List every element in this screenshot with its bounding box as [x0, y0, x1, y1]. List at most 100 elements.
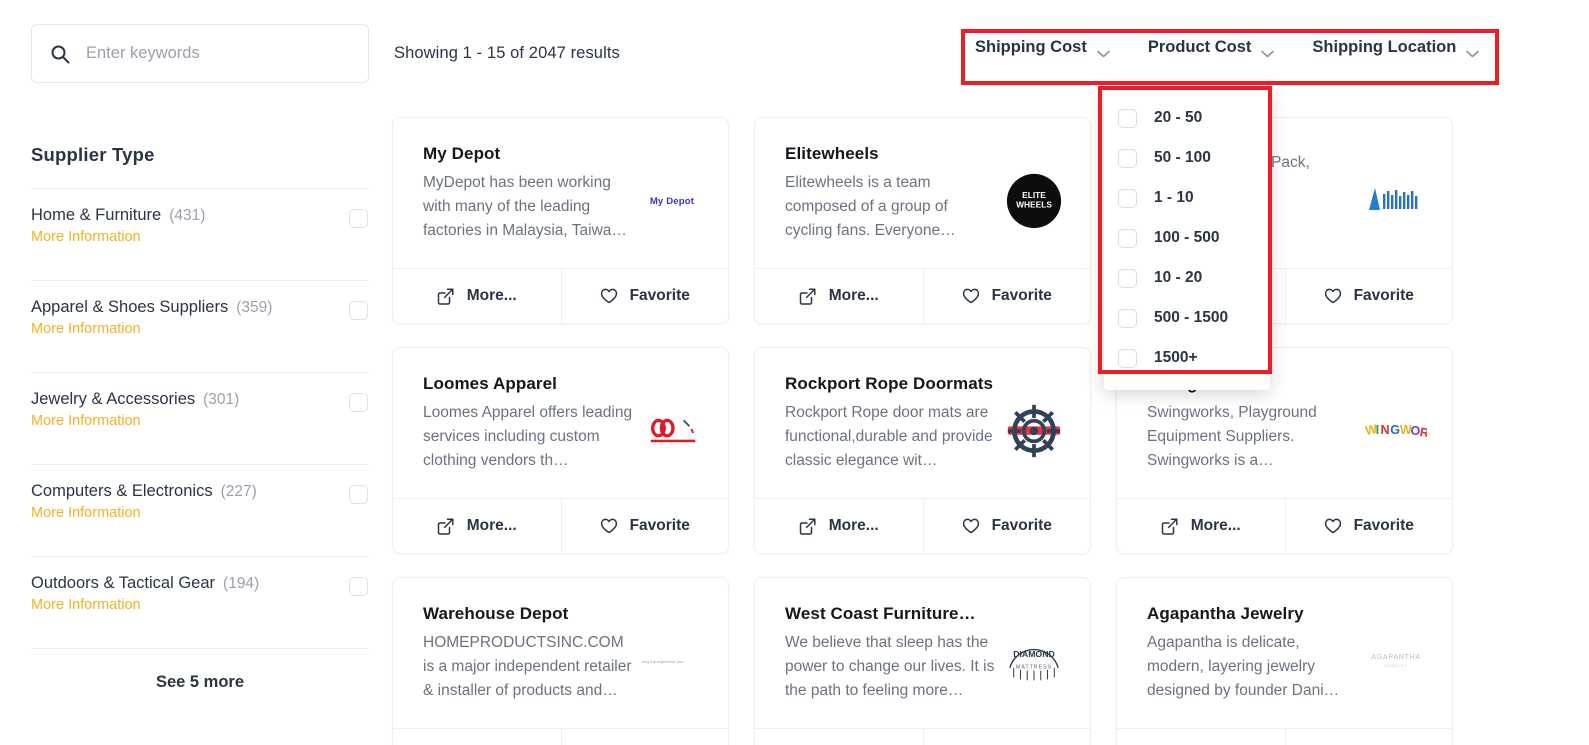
supplier-logo — [641, 400, 703, 462]
checkbox[interactable] — [1118, 108, 1137, 128]
chevron-down-icon — [1097, 44, 1110, 57]
sidebar-item-row: Jewelry & Accessories (301) — [31, 390, 369, 409]
dropdown-option[interactable]: 10 - 20 — [1104, 258, 1270, 298]
supplier-card-footer: More... Favorite — [755, 498, 1090, 553]
more-information-link[interactable]: More Information — [31, 597, 369, 613]
supplier-card-title: My Depot — [423, 144, 501, 163]
checkbox[interactable] — [1118, 348, 1137, 368]
supplier-card-description: Swingworks, Playground Equipment Supplie… — [1147, 404, 1317, 470]
supplier-card[interactable]: Warehouse Depot HOMEPRODUCTSINC.COM is a … — [392, 577, 729, 745]
favorite-button[interactable]: Favorite — [560, 269, 729, 323]
filter-shipping-cost[interactable]: Shipping Cost — [975, 38, 1110, 57]
more-button[interactable]: More... — [755, 499, 923, 553]
favorite-button-label: Favorite — [991, 287, 1052, 304]
more-button[interactable]: More... — [393, 269, 561, 323]
more-button[interactable]: More... — [393, 499, 561, 553]
more-button[interactable]: More... — [1117, 499, 1285, 553]
sidebar-item[interactable]: Home & Furniture (431) More Information — [31, 189, 369, 258]
favorite-button[interactable]: Favorite — [922, 729, 1091, 745]
supplier-card[interactable]: Loomes Apparel Loomes Apparel offers lead… — [392, 347, 729, 554]
more-button-label: More... — [828, 517, 879, 534]
supplier-card-text: My Depot MyDepot has been working with ma… — [423, 144, 641, 268]
supplier-card-footer: More... Favorite — [393, 498, 728, 553]
heart-icon — [962, 288, 979, 305]
dropdown-option-label: 500 - 1500 — [1154, 309, 1229, 326]
supplier-logo: AGAPANTHA JEWELRY — [1365, 630, 1427, 692]
favorite-button[interactable]: Favorite — [922, 269, 1091, 323]
more-button[interactable]: More... — [755, 729, 923, 745]
supplier-card-description: Loomes Apparel offers leading services i… — [423, 404, 633, 470]
sidebar-title: Supplier Type — [31, 144, 155, 165]
more-information-link[interactable]: More Information — [31, 505, 369, 521]
favorite-button[interactable]: Favorite — [1284, 729, 1453, 745]
dropdown-option[interactable]: 20 - 50 — [1104, 98, 1270, 138]
see-more-button[interactable]: See 5 more — [31, 649, 369, 712]
dropdown-option[interactable]: 1 - 10 — [1104, 178, 1270, 218]
supplier-card[interactable]: Rockport Rope Doormats Rockport Rope door… — [754, 347, 1091, 554]
filter-shipping-location[interactable]: Shipping Location — [1312, 38, 1480, 57]
more-button-label: More... — [466, 517, 517, 534]
sidebar-item[interactable]: Jewelry & Accessories (301) More Informati… — [31, 373, 369, 442]
more-information-link[interactable]: More Information — [31, 413, 369, 429]
checkbox[interactable] — [1118, 308, 1137, 328]
supplier-card[interactable]: My Depot MyDepot has been working with ma… — [392, 117, 729, 324]
svg-text:DIAMOND: DIAMOND — [1013, 649, 1055, 659]
checkbox[interactable] — [1118, 148, 1137, 168]
more-button-label: More... — [466, 287, 517, 304]
sidebar-item-checkbox[interactable] — [349, 301, 368, 320]
dropdown-option-label: 20 - 50 — [1154, 109, 1203, 126]
search-box[interactable] — [31, 24, 369, 83]
more-information-link[interactable]: More Information — [31, 229, 369, 245]
supplier-card-footer: More... Favorite — [1117, 498, 1452, 553]
dropdown-option[interactable]: 500 - 1500 — [1104, 298, 1270, 338]
dropdown-option[interactable]: 1500+ — [1104, 338, 1270, 378]
shipping-cost-dropdown[interactable]: 20 - 50 50 - 100 1 - 10 100 - 500 10 - 20 500… — [1104, 88, 1270, 390]
sidebar-item-row: Outdoors & Tactical Gear (194) — [31, 574, 369, 593]
svg-text:WHEELS: WHEELS — [1016, 200, 1052, 210]
more-button[interactable]: More... — [393, 729, 561, 745]
supplier-search-page: Showing 1 - 15 of 2047 results Shipping … — [0, 0, 1589, 745]
external-link-icon — [1161, 517, 1178, 535]
dropdown-option[interactable]: 50 - 100 — [1104, 138, 1270, 178]
supplier-card-text: Loomes Apparel Loomes Apparel offers lead… — [423, 374, 641, 498]
sidebar-item-count: (301) — [203, 391, 240, 408]
sidebar-item[interactable]: Computers & Electronics (227) More Informa… — [31, 465, 369, 534]
search-input[interactable] — [84, 43, 350, 64]
checkbox[interactable] — [1118, 268, 1137, 288]
favorite-button[interactable]: Favorite — [922, 499, 1091, 553]
sidebar-item-row: Computers & Electronics (227) — [31, 482, 369, 501]
svg-text:MATTRESS: MATTRESS — [1016, 665, 1052, 671]
filter-shipping-cost-label: Shipping Cost — [975, 38, 1087, 56]
supplier-card-title: Warehouse Depot — [423, 604, 569, 623]
supplier-card-title: Loomes Apparel — [423, 374, 557, 393]
dropdown-option[interactable]: 100 - 500 — [1104, 218, 1270, 258]
more-information-link[interactable]: More Information — [31, 321, 369, 337]
sidebar-item[interactable]: Outdoors & Tactical Gear (194) More Inform… — [31, 557, 369, 626]
sidebar-item[interactable]: Apparel & Shoes Suppliers (359) More Infor… — [31, 281, 369, 350]
sidebar-item-checkbox[interactable] — [349, 393, 368, 412]
svg-text:I: I — [1376, 423, 1380, 437]
favorite-button[interactable]: Favorite — [560, 499, 729, 553]
supplier-card[interactable]: Elitewheels Elitewheels is a team compose… — [754, 117, 1091, 324]
filter-product-cost[interactable]: Product Cost — [1148, 38, 1275, 57]
sidebar-item-checkbox[interactable] — [349, 485, 368, 504]
heart-icon — [1324, 288, 1341, 305]
more-button[interactable]: More... — [1117, 729, 1285, 745]
supplier-card[interactable]: West Coast Furniture… We believe that sle… — [754, 577, 1091, 745]
sidebar-item-count: (227) — [220, 483, 257, 500]
checkbox[interactable] — [1118, 228, 1137, 248]
supplier-logo: WINGWOR — [1365, 400, 1427, 462]
external-link-icon — [437, 287, 454, 305]
checkbox[interactable] — [1118, 188, 1137, 208]
svg-text:JEWELRY: JEWELRY — [1384, 664, 1407, 668]
sidebar-item-count: (194) — [223, 575, 260, 592]
more-button[interactable]: More... — [755, 269, 923, 323]
supplier-card[interactable]: Agapantha Jewelry Agapantha is delicate, … — [1116, 577, 1453, 745]
favorite-button[interactable]: Favorite — [560, 729, 729, 745]
favorite-button[interactable]: Favorite — [1284, 269, 1453, 323]
heart-icon — [600, 518, 617, 535]
favorite-button[interactable]: Favorite — [1284, 499, 1453, 553]
sidebar-item-checkbox[interactable] — [349, 209, 368, 228]
sidebar-item-count: (359) — [236, 299, 273, 316]
sidebar-item-checkbox[interactable] — [349, 577, 368, 596]
